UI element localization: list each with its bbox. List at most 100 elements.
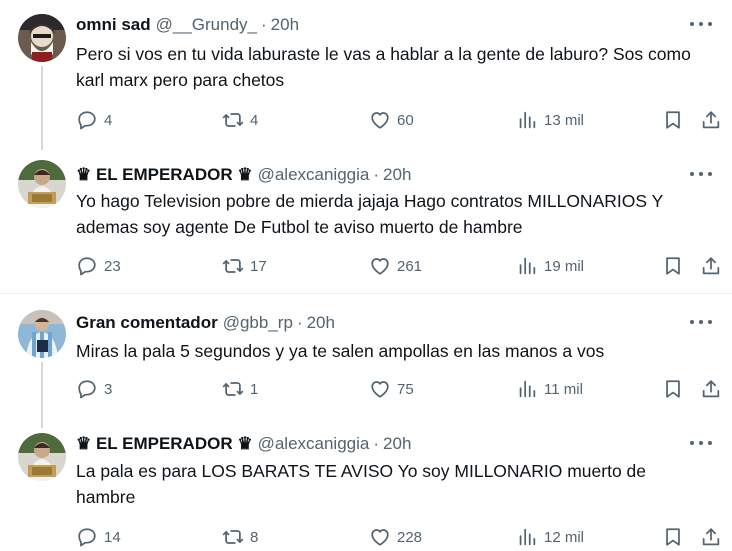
display-name[interactable]: ♛ EL EMPERADOR ♛ xyxy=(76,165,253,185)
avatar[interactable] xyxy=(18,433,66,481)
reply-icon xyxy=(78,257,96,276)
like-count: 60 xyxy=(397,111,414,129)
tweet-content: Gran comentador @gbb_rp · 20h Miras la p… xyxy=(76,312,720,422)
tweet-text: Miras la pala 5 segundos y ya te salen a… xyxy=(76,341,605,361)
thread-line xyxy=(41,362,43,428)
retweet-button[interactable]: 4 xyxy=(222,107,258,133)
bookmark-button[interactable] xyxy=(662,107,684,133)
user-handle[interactable]: @gbb_rp xyxy=(223,313,293,333)
views-icon xyxy=(519,111,536,129)
views-button[interactable]: 12 mil xyxy=(516,524,584,550)
like-button[interactable]: 228 xyxy=(369,524,422,550)
action-bar: 4 4 60 13 mil xyxy=(76,107,720,133)
tweet[interactable]: ♛ EL EMPERADOR ♛ @alexcaniggia · 20h Yo … xyxy=(0,150,732,293)
tweet-header: ♛ EL EMPERADOR ♛ @alexcaniggia · 20h xyxy=(76,433,411,455)
reply-button[interactable]: 3 xyxy=(76,376,112,402)
more-icon[interactable] xyxy=(690,16,712,32)
heart-icon xyxy=(371,529,389,546)
retweet-icon xyxy=(222,259,244,273)
share-button[interactable] xyxy=(700,107,722,133)
retweet-count: 8 xyxy=(250,528,259,546)
share-icon xyxy=(702,528,720,546)
bookmark-icon xyxy=(666,380,680,398)
tweet[interactable]: Gran comentador @gbb_rp · 20h Miras la p… xyxy=(0,294,732,428)
like-button[interactable]: 75 xyxy=(369,376,414,402)
retweet-count: 1 xyxy=(250,380,259,398)
action-bar: 3 1 75 11 mil xyxy=(76,376,720,402)
retweet-count: 4 xyxy=(250,111,259,129)
display-name[interactable]: ♛ EL EMPERADOR ♛ xyxy=(76,434,253,454)
retweet-button[interactable]: 8 xyxy=(222,524,258,550)
tweet-header: omni sad @__Grundy_ · 20h xyxy=(76,14,299,36)
avatar[interactable] xyxy=(18,310,66,358)
tweet-content: omni sad @__Grundy_ · 20h Pero si vos en… xyxy=(76,14,720,144)
views-button[interactable]: 13 mil xyxy=(516,107,584,133)
bookmark-icon xyxy=(666,528,680,546)
bookmark-button[interactable] xyxy=(662,524,684,550)
tweet[interactable]: omni sad @__Grundy_ · 20h Pero si vos en… xyxy=(0,0,732,150)
thread-line xyxy=(41,66,43,150)
retweet-button[interactable]: 1 xyxy=(222,376,258,402)
views-count: 13 mil xyxy=(544,111,585,129)
share-icon xyxy=(702,111,720,129)
reply-icon xyxy=(78,528,96,547)
views-count: 11 mil xyxy=(544,380,583,398)
bookmark-button[interactable] xyxy=(662,376,684,402)
timestamp[interactable]: 20h xyxy=(307,313,335,333)
separator: · xyxy=(373,434,380,453)
bookmark-icon xyxy=(666,111,680,129)
more-icon[interactable] xyxy=(690,314,712,330)
reply-button[interactable]: 23 xyxy=(76,253,121,279)
like-count: 261 xyxy=(397,257,423,275)
heart-icon xyxy=(371,112,389,129)
reply-button[interactable]: 4 xyxy=(76,107,112,133)
heart-icon xyxy=(371,381,389,398)
timestamp[interactable]: 20h xyxy=(383,165,411,185)
reply-count: 14 xyxy=(104,528,121,546)
retweet-button[interactable]: 17 xyxy=(222,253,267,279)
reply-button[interactable]: 14 xyxy=(76,524,121,550)
tweet-text: La pala es para LOS BARATS TE AVISO Yo s… xyxy=(76,461,646,507)
user-handle[interactable]: @alexcaniggia xyxy=(258,434,370,454)
user-handle[interactable]: @__Grundy_ xyxy=(156,15,257,35)
more-icon[interactable] xyxy=(690,166,712,182)
more-icon[interactable] xyxy=(690,435,712,451)
share-button[interactable] xyxy=(700,376,722,402)
bookmark-button[interactable] xyxy=(662,253,684,279)
views-count: 12 mil xyxy=(544,528,585,546)
tweet[interactable]: ♛ EL EMPERADOR ♛ @alexcaniggia · 20h La … xyxy=(0,428,732,551)
avatar[interactable] xyxy=(18,14,66,62)
separator: · xyxy=(373,165,380,184)
avatar[interactable] xyxy=(18,160,66,208)
views-icon xyxy=(519,380,536,398)
reply-count: 23 xyxy=(104,257,121,275)
tweet-header: Gran comentador @gbb_rp · 20h xyxy=(76,312,335,334)
action-bar: 23 17 261 19 mil xyxy=(76,253,720,279)
separator: · xyxy=(296,313,303,332)
like-button[interactable]: 60 xyxy=(369,107,414,133)
tweet-text: Yo hago Television pobre de mierda jajaj… xyxy=(76,191,663,237)
action-bar: 14 8 228 12 mil xyxy=(76,524,720,550)
like-button[interactable]: 261 xyxy=(369,253,422,279)
reply-count: 4 xyxy=(104,111,113,129)
tweet-content: ♛ EL EMPERADOR ♛ @alexcaniggia · 20h La … xyxy=(76,433,720,551)
views-count: 19 mil xyxy=(544,257,585,275)
share-button[interactable] xyxy=(700,253,722,279)
retweet-icon xyxy=(222,530,244,544)
display-name[interactable]: Gran comentador xyxy=(76,313,218,333)
user-handle[interactable]: @alexcaniggia xyxy=(258,165,370,185)
views-icon xyxy=(519,528,536,546)
display-name[interactable]: omni sad xyxy=(76,15,151,35)
share-button[interactable] xyxy=(700,524,722,550)
like-count: 228 xyxy=(397,528,423,546)
reply-count: 3 xyxy=(104,380,113,398)
timestamp[interactable]: 20h xyxy=(383,434,411,454)
retweet-count: 17 xyxy=(250,257,267,275)
views-icon xyxy=(519,257,536,275)
views-button[interactable]: 19 mil xyxy=(516,253,584,279)
views-button[interactable]: 11 mil xyxy=(516,376,583,402)
reply-icon xyxy=(78,111,96,130)
share-icon xyxy=(702,380,720,398)
timestamp[interactable]: 20h xyxy=(271,15,299,35)
tweet-content: ♛ EL EMPERADOR ♛ @alexcaniggia · 20h Yo … xyxy=(76,164,720,289)
